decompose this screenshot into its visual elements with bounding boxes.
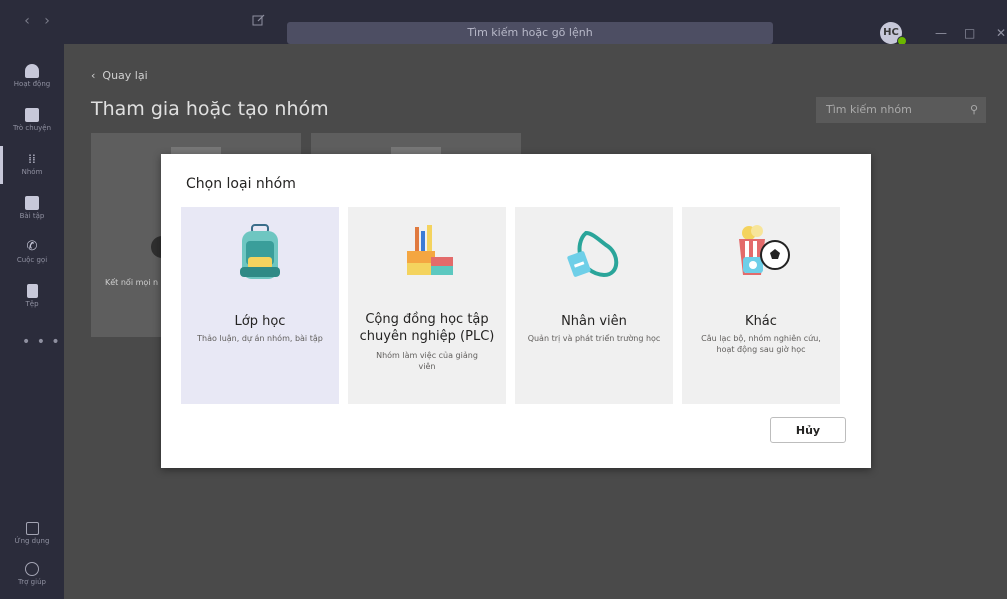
team-type-name: Nhân viên <box>561 314 627 329</box>
rail-item-label: Cuộc gọi <box>16 256 48 264</box>
help-icon <box>25 562 39 576</box>
teams-icon: ⁞⁞ <box>28 152 36 166</box>
command-search-input[interactable]: Tìm kiếm hoặc gõ lệnh <box>287 22 773 44</box>
team-type-desc: Câu lạc bộ, nhóm nghiên cứu, hoạt động s… <box>701 334 821 354</box>
more-apps-icon[interactable]: • • • <box>22 334 61 350</box>
cancel-button[interactable]: Hủy <box>770 417 846 443</box>
choose-team-type-dialog: Chọn loại nhóm Lớp học Thảo luận, dự án … <box>161 154 871 468</box>
card-text: Kết nối mọi n <box>105 278 159 287</box>
app-rail: Hoạt động Trò chuyện ⁞⁞ Nhóm Bài tập ✆ C… <box>0 44 64 599</box>
team-type-name: Lớp học <box>234 314 286 329</box>
back-label: Quay lại <box>102 69 148 82</box>
team-type-desc: Thảo luận, dự án nhóm, bài tập <box>197 334 323 343</box>
team-type-staff[interactable]: Nhân viên Quản trị và phát triển trường … <box>515 207 673 404</box>
minimize-icon[interactable]: — <box>935 27 947 39</box>
maximize-icon[interactable]: □ <box>964 27 975 39</box>
page-title: Tham gia hoặc tạo nhóm <box>91 98 329 120</box>
rail-item-files[interactable]: Tệp <box>0 276 64 318</box>
team-search-input[interactable]: Tìm kiếm nhóm ⚲ <box>816 97 986 123</box>
app-window: ‹ › Tìm kiếm hoặc gõ lệnh HC — □ ✕ Hoạt … <box>0 0 1007 599</box>
rail-item-label: Ứng dụng <box>14 537 50 545</box>
team-search-placeholder: Tìm kiếm nhóm <box>826 103 912 116</box>
apps-icon <box>25 522 39 535</box>
popcorn-ball-icon <box>739 225 790 275</box>
bell-icon <box>25 64 39 78</box>
chat-icon <box>25 108 39 122</box>
rail-item-calls[interactable]: ✆ Cuộc gọi <box>0 232 64 274</box>
rail-item-teams[interactable]: ⁞⁞ Nhóm <box>0 144 64 186</box>
rail-item-label: Bài tập <box>19 212 45 220</box>
dialog-title: Chọn loại nhóm <box>186 176 296 192</box>
title-bar: ‹ › Tìm kiếm hoặc gõ lệnh HC — □ ✕ <box>0 0 1007 46</box>
lanyard-icon <box>567 230 619 278</box>
rail-item-assignments[interactable]: Bài tập <box>0 188 64 230</box>
phone-icon: ✆ <box>26 239 38 254</box>
forward-nav-icon[interactable]: › <box>40 14 54 28</box>
compose-icon[interactable] <box>252 13 268 29</box>
rail-item-label: Tệp <box>25 300 39 308</box>
back-link[interactable]: ‹ Quay lại <box>91 69 148 82</box>
chevron-left-icon: ‹ <box>91 69 103 82</box>
books-icon <box>407 225 453 275</box>
team-type-desc: Nhóm làm việc của giảng viên <box>376 351 478 371</box>
close-icon[interactable]: ✕ <box>996 27 1006 39</box>
team-type-other[interactable]: Khác Câu lạc bộ, nhóm nghiên cứu, hoạt đ… <box>682 207 840 404</box>
team-type-name: Cộng đồng học tập chuyên nghiệp (PLC) <box>359 312 495 344</box>
assignments-icon <box>25 196 39 210</box>
rail-item-apps[interactable]: Ứng dụng <box>0 514 64 556</box>
backpack-icon <box>240 224 280 279</box>
rail-item-chat[interactable]: Trò chuyện <box>0 100 64 142</box>
rail-item-label: Trợ giúp <box>18 578 46 586</box>
team-type-class[interactable]: Lớp học Thảo luận, dự án nhóm, bài tập <box>181 207 339 404</box>
rail-item-activity[interactable]: Hoạt động <box>0 56 64 98</box>
file-icon <box>26 284 38 298</box>
rail-item-label: Trò chuyện <box>12 124 52 132</box>
rail-item-label: Nhóm <box>21 168 43 176</box>
search-icon[interactable]: ⚲ <box>970 97 978 123</box>
rail-item-help[interactable]: Trợ giúp <box>0 554 64 596</box>
team-type-desc: Quản trị và phát triển trường học <box>527 334 661 343</box>
team-type-plc[interactable]: Cộng đồng học tập chuyên nghiệp (PLC) Nh… <box>348 207 506 404</box>
rail-item-label: Hoạt động <box>13 80 51 88</box>
team-type-name: Khác <box>745 314 777 329</box>
back-nav-icon[interactable]: ‹ <box>20 14 34 28</box>
